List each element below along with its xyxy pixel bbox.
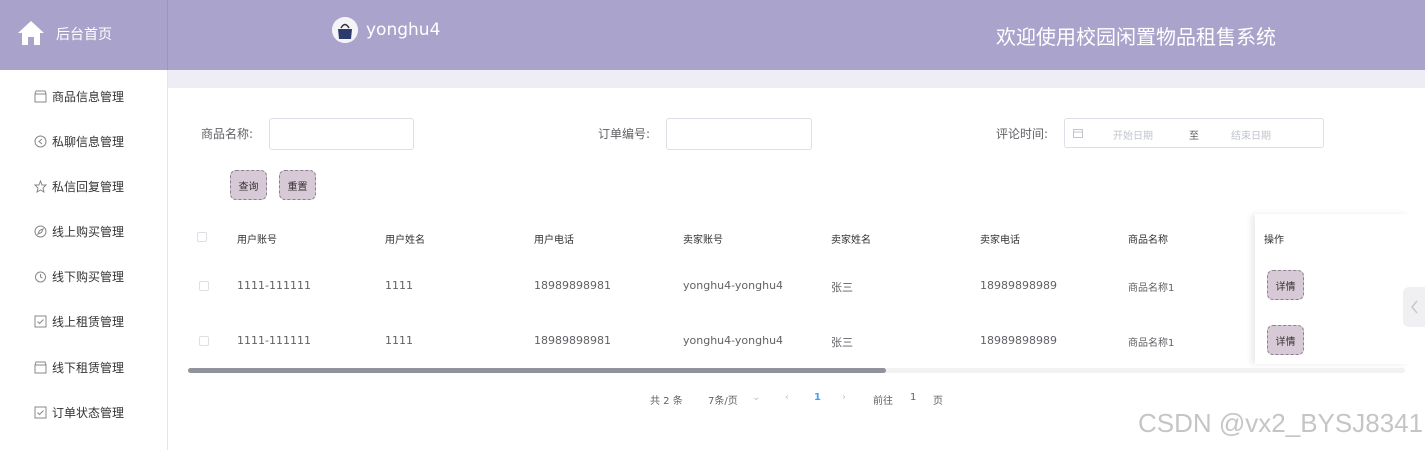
- col-header-seller-account[interactable]: 卖家账号: [683, 231, 723, 246]
- chat-icon: [34, 135, 47, 147]
- col-header-product-name[interactable]: 商品名称: [1128, 231, 1168, 246]
- cell-product-name: 商品名称1: [1128, 338, 1175, 349]
- row-checkbox[interactable]: [199, 336, 209, 346]
- col-header-seller-name[interactable]: 卖家姓名: [831, 231, 871, 246]
- query-button[interactable]: 查询: [230, 170, 267, 200]
- calendar-icon: [1073, 129, 1083, 138]
- table-horizontal-scrollbar[interactable]: [188, 368, 1405, 373]
- col-header-user-account[interactable]: 用户账号: [237, 231, 277, 246]
- sidebar-item-offline-purchase[interactable]: 线下购买管理: [34, 266, 124, 286]
- goto-prefix: 前往: [873, 396, 893, 407]
- range-separator: 至: [1189, 131, 1199, 142]
- shop-icon: [34, 361, 47, 373]
- top-bar: yonghu4 欢迎使用校园闲置物品租售系统: [167, 0, 1425, 70]
- username[interactable]: yonghu4: [366, 20, 440, 40]
- page-size-select[interactable]: 7条/页: [708, 392, 738, 407]
- sidebar-item-offline-rental[interactable]: 线下租赁管理: [34, 357, 124, 377]
- cell-user-phone: 18989898981: [534, 334, 611, 347]
- detail-button[interactable]: 详情: [1267, 270, 1304, 300]
- cell-seller-account: yonghu4-yonghu4: [683, 279, 784, 292]
- col-header-actions: 操作: [1264, 235, 1284, 246]
- sidebar-item-label: 私聊信息管理: [52, 134, 125, 149]
- end-date-input[interactable]: 结束日期: [1231, 127, 1271, 142]
- comment-time-label: 评论时间:: [996, 127, 1049, 141]
- header-shadow-bar: [168, 70, 1425, 88]
- sidebar-item-product-info[interactable]: 商品信息管理: [34, 86, 124, 106]
- product-name-label: 商品名称:: [201, 127, 254, 141]
- home-link[interactable]: 后台首页: [56, 24, 112, 44]
- sidebar-item-label: 线上租赁管理: [52, 314, 125, 329]
- reset-button[interactable]: 重置: [279, 170, 316, 200]
- cell-seller-name: 张三: [831, 281, 853, 294]
- page-number-current[interactable]: 1: [814, 392, 821, 403]
- sidebar-menu: 商品信息管理 私聊信息管理 私信回复管理 线上购买管理 线下购买管理 线上租赁管…: [0, 70, 168, 450]
- timer-icon: [35, 271, 46, 282]
- col-header-user-name[interactable]: 用户姓名: [385, 231, 425, 246]
- goto-suffix: 页: [933, 396, 943, 407]
- order-no-input[interactable]: [666, 118, 812, 150]
- goto-page-input[interactable]: 1: [910, 392, 916, 403]
- compass-icon: [34, 225, 47, 237]
- sidebar-item-label: 私信回复管理: [52, 179, 125, 194]
- cell-user-phone: 18989898981: [534, 279, 611, 292]
- avatar[interactable]: [332, 17, 358, 43]
- star-icon: [34, 179, 47, 193]
- row-checkbox[interactable]: [199, 281, 209, 291]
- check-square-icon: [34, 406, 47, 418]
- handbag-icon: [332, 17, 358, 43]
- sidebar-item-message-reply[interactable]: 私信回复管理: [34, 176, 124, 196]
- pagination-total: 共 2 条: [650, 396, 683, 407]
- date-range-picker[interactable]: 开始日期 至 结束日期: [1064, 118, 1324, 148]
- watermark: CSDN @vx2_BYSJ8341: [1138, 408, 1424, 438]
- cell-seller-name: 张三: [831, 336, 853, 349]
- start-date-input[interactable]: 开始日期: [1113, 127, 1153, 142]
- sidebar-item-private-chat[interactable]: 私聊信息管理: [34, 131, 124, 151]
- select-all-checkbox[interactable]: [197, 232, 207, 242]
- sidebar-item-label: 线下租赁管理: [52, 360, 125, 375]
- scrollbar-thumb[interactable]: [188, 368, 886, 373]
- sidebar-item-order-status[interactable]: 订单状态管理: [34, 402, 124, 422]
- cell-user-name: 1111: [385, 279, 413, 292]
- cell-seller-phone: 18989898989: [980, 279, 1057, 292]
- side-drawer-toggle[interactable]: [1403, 287, 1425, 327]
- chevron-down-icon[interactable]: ⌄: [752, 392, 760, 403]
- check-square-icon: [34, 315, 47, 327]
- cell-product-name: 商品名称1: [1128, 283, 1175, 294]
- next-page-button[interactable]: ›: [842, 392, 846, 403]
- main-content: 商品名称: 订单编号: 评论时间: 开始日期 至 结束日期 查询 重置 用户账号…: [174, 92, 1425, 450]
- col-header-seller-phone[interactable]: 卖家电话: [980, 231, 1020, 246]
- cell-user-name: 1111: [385, 334, 413, 347]
- cell-user-account: 1111-111111: [237, 279, 311, 292]
- cell-seller-phone: 18989898989: [980, 334, 1057, 347]
- sidebar-item-label: 订单状态管理: [52, 405, 125, 420]
- sidebar-header[interactable]: 后台首页: [0, 0, 167, 70]
- shop-icon: [34, 90, 47, 102]
- col-header-user-phone[interactable]: 用户电话: [534, 231, 574, 246]
- chevron-left-icon: [1411, 300, 1418, 314]
- product-name-input[interactable]: [269, 118, 414, 150]
- system-title: 欢迎使用校园闲置物品租售系统: [996, 25, 1276, 49]
- order-no-label: 订单编号:: [598, 127, 651, 141]
- sidebar-item-online-rental[interactable]: 线上租赁管理: [34, 311, 124, 331]
- prev-page-button[interactable]: ‹: [785, 392, 789, 403]
- cell-seller-account: yonghu4-yonghu4: [683, 334, 784, 347]
- sidebar-item-label: 线上购买管理: [52, 224, 125, 239]
- sidebar-item-online-purchase[interactable]: 线上购买管理: [34, 221, 124, 241]
- sidebar-item-label: 线下购买管理: [52, 269, 125, 284]
- sidebar-item-label: 商品信息管理: [52, 89, 125, 104]
- home-icon: [18, 21, 44, 45]
- detail-button[interactable]: 详情: [1267, 325, 1304, 355]
- cell-user-account: 1111-111111: [237, 334, 311, 347]
